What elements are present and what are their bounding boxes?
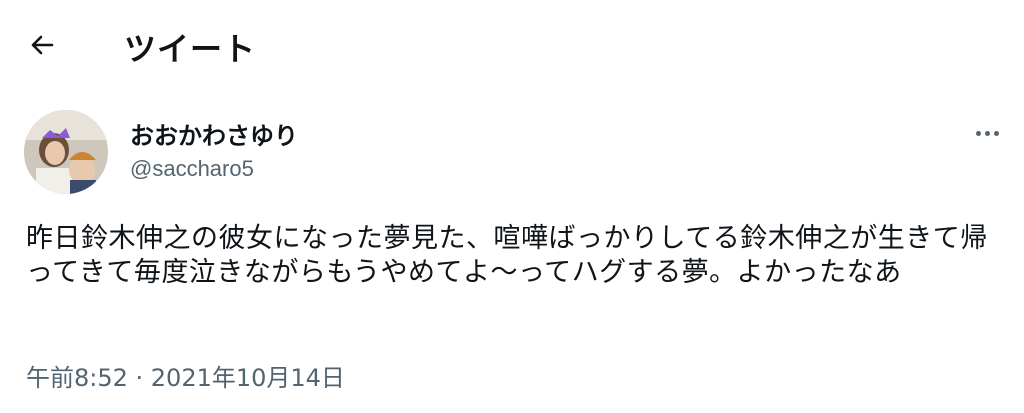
avatar[interactable] bbox=[24, 110, 108, 194]
page-title: ツイート bbox=[124, 30, 257, 68]
more-options-button[interactable] bbox=[966, 118, 1010, 148]
avatar-image bbox=[24, 110, 108, 194]
author-handle[interactable]: @saccharo5 bbox=[130, 156, 254, 182]
tweet-timestamp[interactable]: 午前8:52 · 2021年10月14日 bbox=[26, 358, 345, 393]
back-button[interactable] bbox=[20, 22, 64, 66]
tweet-text: 昨日鈴木伸之の彼女になった夢見た、喧嘩ばっかりしてる鈴木伸之が生きて帰ってきて毎… bbox=[26, 223, 988, 288]
arrow-left-icon bbox=[31, 35, 54, 55]
author-display-name[interactable]: おおかわさゆり bbox=[130, 116, 298, 151]
header: ツイート bbox=[0, 0, 1024, 90]
